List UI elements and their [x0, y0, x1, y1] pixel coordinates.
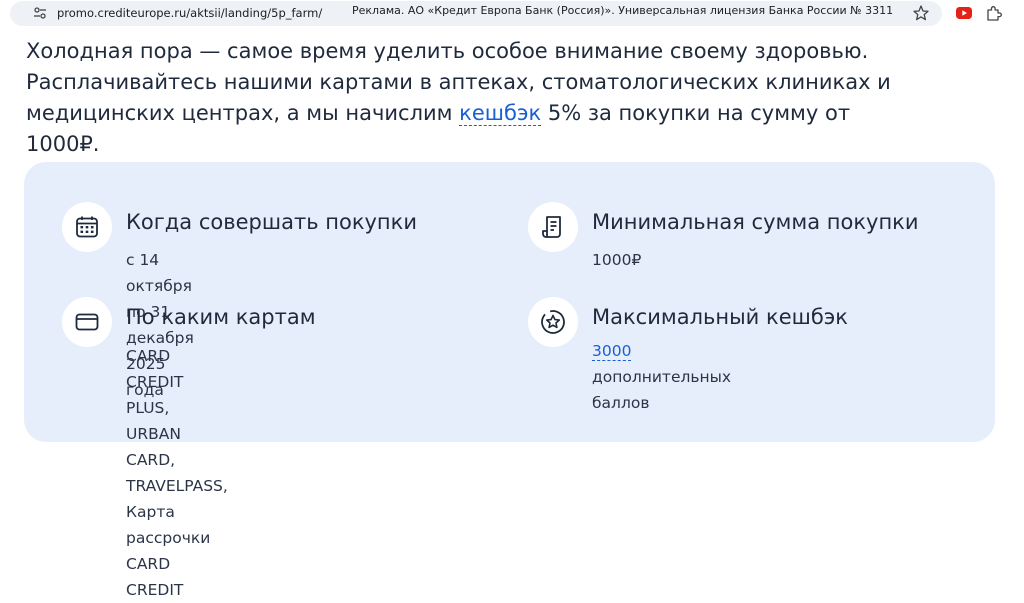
- calendar-icon: [76, 216, 98, 238]
- extensions-icon[interactable]: [985, 4, 1003, 22]
- receipt-icon-circle: [528, 202, 578, 252]
- intro-line-2: Расплачивайтесь нашими картами в аптеках…: [26, 70, 891, 94]
- cards-line-2: TRAVELPASS, Карта рассрочки: [126, 477, 228, 547]
- credit-card-icon-circle: [62, 297, 112, 347]
- points-link[interactable]: 3000: [592, 342, 632, 361]
- calendar-icon-circle: [62, 202, 112, 252]
- star-icon[interactable]: [912, 4, 930, 22]
- cards-line-1: CARD CREDIT PLUS, URBAN CARD,: [126, 347, 184, 469]
- url-text[interactable]: promo.crediteurope.ru/aktsii/landing/5p_…: [57, 6, 322, 20]
- star-badge-icon: [541, 310, 565, 334]
- promo-info-panel: Когда совершать покупки с 14 октября по …: [24, 162, 995, 599]
- ad-notice: Реклама. АО «Кредит Европа Банк (Россия)…: [352, 4, 894, 17]
- youtube-icon[interactable]: [955, 6, 973, 20]
- intro-line-3: медицинских центрах, а мы начислим кешбэ…: [26, 98, 926, 160]
- intro-paragraph: Холодная пора — самое время уделить особ…: [26, 36, 926, 160]
- cards-list: CARD CREDIT PLUS, URBAN CARD, TRAVELPASS…: [126, 343, 228, 603]
- cards-title: По каким картам: [126, 305, 316, 329]
- intro-line-3-start: медицинских центрах, а мы начислим: [26, 101, 460, 125]
- when-title: Когда совершать покупки: [126, 210, 417, 234]
- receipt-icon: [542, 216, 561, 238]
- min-sum-text: 1000₽: [592, 251, 642, 269]
- browser-toolbar: promo.crediteurope.ru/aktsii/landing/5p_…: [0, 0, 1024, 27]
- intro-line-1: Холодная пора — самое время уделить особ…: [26, 39, 869, 63]
- max-cashback-text: 3000 дополнительных баллов: [592, 338, 731, 416]
- cards-line-3: CARD CREDIT: [126, 555, 184, 599]
- max-cashback-suffix: дополнительных баллов: [592, 368, 732, 412]
- star-badge-icon-circle: [528, 297, 578, 347]
- max-cashback-title: Максимальный кешбэк: [592, 305, 848, 329]
- credit-card-icon: [75, 313, 99, 331]
- min-sum-title: Минимальная сумма покупки: [592, 210, 919, 234]
- cashback-link[interactable]: кешбэк: [459, 101, 542, 126]
- tune-icon[interactable]: [33, 6, 47, 20]
